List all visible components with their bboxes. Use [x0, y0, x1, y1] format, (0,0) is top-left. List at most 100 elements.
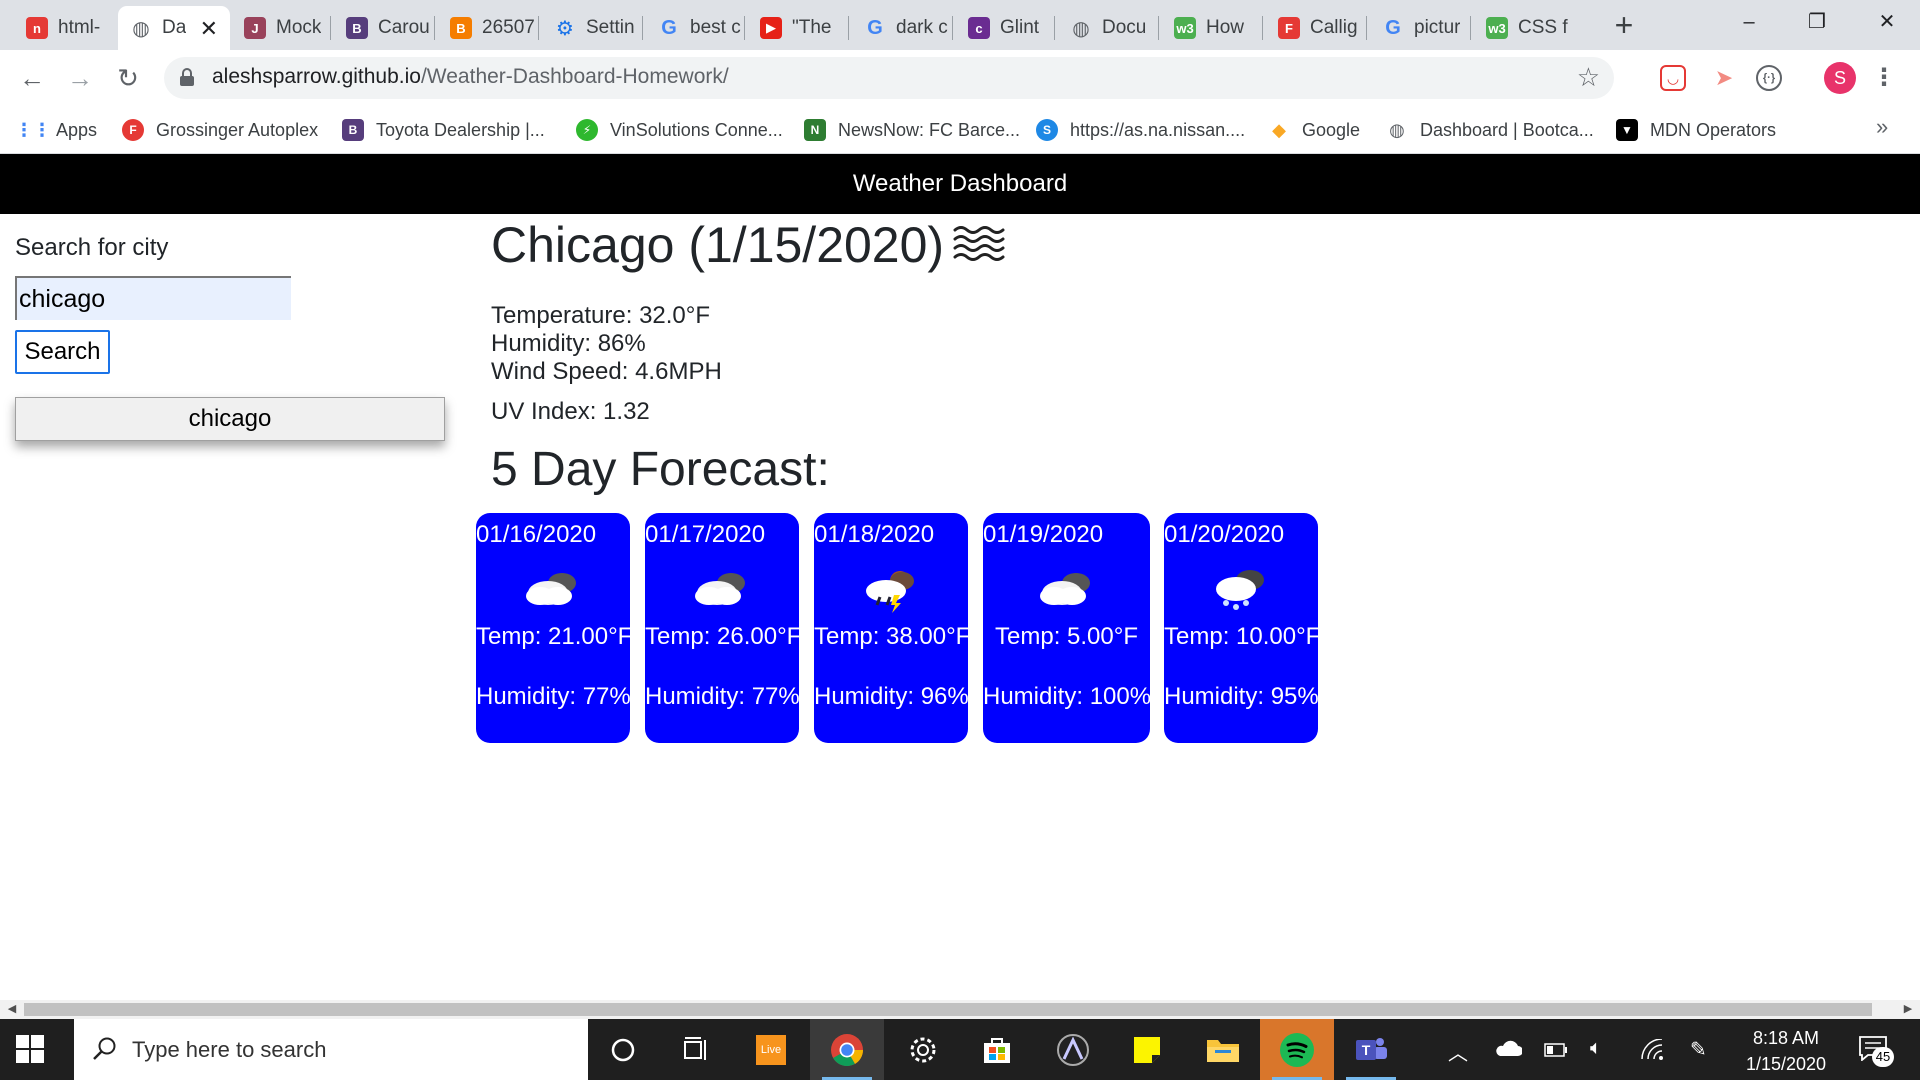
window-minimize-icon[interactable]: –: [1718, 4, 1780, 40]
tab-separator: [642, 16, 643, 40]
cloudy-icon: [687, 563, 757, 613]
browser-tab[interactable]: w3 CSS f: [1474, 6, 1580, 50]
forecast-card: 01/18/2020 Temp: 38.00°F Humidity: 96%: [814, 513, 968, 743]
globe-icon: ◍: [1389, 119, 1405, 140]
notification-center-icon[interactable]: 45: [1858, 1033, 1894, 1067]
live-label: Live: [756, 1034, 786, 1065]
bookmark-item[interactable]: ◆ Google: [1268, 114, 1360, 146]
browser-tab[interactable]: ◍ Da ✕: [118, 6, 230, 50]
browser-tab[interactable]: F Callig: [1266, 6, 1364, 50]
forecast-card: 01/17/2020 Temp: 26.00°F Humidity: 77%: [645, 513, 799, 743]
search-icon: [93, 1037, 116, 1060]
tab-separator: [330, 16, 331, 40]
tab-separator: [434, 16, 435, 40]
tab-close-icon[interactable]: ✕: [200, 16, 218, 42]
bookmark-label: https://as.na.nissan....: [1070, 119, 1246, 140]
window-close-icon[interactable]: ✕: [1856, 4, 1918, 40]
bootstrap-icon: B: [346, 17, 368, 39]
extension-code-icon[interactable]: {·}: [1756, 65, 1782, 91]
forecast-humidity: Humidity: 96%: [814, 683, 968, 710]
apps-grid-icon: ⋮⋮: [15, 119, 51, 140]
live-icon[interactable]: Live: [734, 1019, 808, 1080]
tab-separator: [1262, 16, 1263, 40]
task-view-icon[interactable]: [660, 1019, 734, 1080]
sticky-notes-icon[interactable]: [1110, 1019, 1184, 1080]
tab-label: Callig: [1310, 17, 1358, 38]
back-arrow-icon[interactable]: ←: [14, 60, 50, 96]
forecast-temp: Temp: 26.00°F: [645, 623, 799, 650]
volume-icon[interactable]: 🔈︎: [1590, 1037, 1602, 1060]
taskbar-search-box[interactable]: Type here to search: [74, 1019, 588, 1080]
history-city-button[interactable]: chicago: [15, 397, 445, 441]
address-bar[interactable]: aleshsparrow.github.io/Weather-Dashboard…: [164, 57, 1614, 99]
browser-menu-icon[interactable]: ⋮: [1872, 60, 1896, 96]
browser-tab[interactable]: Gdark c: [852, 6, 950, 50]
globe-icon: ◍: [1072, 17, 1090, 40]
tray-chevron-up-icon[interactable]: ︿: [1448, 1037, 1468, 1066]
bookmark-item[interactable]: N NewsNow: FC Barce...: [804, 114, 1020, 146]
browser-tab[interactable]: c Glint: [956, 6, 1052, 50]
windows-start-icon[interactable]: [16, 1035, 46, 1065]
spotify-icon[interactable]: [1260, 1019, 1334, 1080]
browser-tab[interactable]: n html-: [14, 6, 112, 50]
forecast-humidity: Humidity: 95%: [1164, 683, 1318, 710]
window-restore-icon[interactable]: ❐: [1786, 4, 1848, 40]
forecast-card: 01/20/2020 Temp: 10.00°F Humidity: 95%: [1164, 513, 1318, 743]
extension-arrow-icon[interactable]: ➤: [1708, 62, 1740, 94]
reload-icon[interactable]: ↻: [110, 60, 146, 96]
search-button[interactable]: Search: [15, 330, 110, 374]
newsnow-icon: N: [804, 119, 826, 141]
tab-label: Glint: [1000, 17, 1040, 38]
browser-tab[interactable]: Gpictur: [1370, 6, 1468, 50]
bookmark-star-icon[interactable]: ☆: [1577, 62, 1600, 93]
extension-shield-icon[interactable]: ◡: [1660, 65, 1686, 91]
taskbar-clock[interactable]: 8:18 AM 1/15/2020: [1736, 1025, 1836, 1077]
teams-icon[interactable]: T: [1334, 1019, 1408, 1080]
browser-tab[interactable]: ▶ "The: [748, 6, 846, 50]
affinity-icon[interactable]: [1036, 1019, 1110, 1080]
browser-tab[interactable]: B Carou: [334, 6, 432, 50]
notification-badge: 45: [1872, 1047, 1894, 1067]
city-search-input[interactable]: [15, 276, 291, 320]
scrollbar-thumb[interactable]: [24, 1003, 1872, 1016]
forecast-date: 01/17/2020: [645, 521, 766, 548]
bookmarks-overflow-icon[interactable]: »: [1876, 114, 1888, 140]
forecast-humidity: Humidity: 77%: [645, 683, 799, 710]
wifi-icon[interactable]: [1640, 1038, 1664, 1067]
profile-avatar[interactable]: S: [1824, 62, 1856, 94]
new-tab-plus-icon[interactable]: +: [1604, 8, 1644, 44]
battery-icon[interactable]: [1544, 1041, 1568, 1064]
cortana-icon[interactable]: [586, 1019, 660, 1080]
browser-tab[interactable]: ◍ Docu: [1058, 6, 1156, 50]
horizontal-scrollbar[interactable]: ◀ ▶: [0, 1000, 1920, 1019]
bookmark-item[interactable]: ◍ Dashboard | Bootca...: [1386, 114, 1594, 146]
bookmark-item[interactable]: ⚡ VinSolutions Conne...: [576, 114, 783, 146]
scroll-left-arrow-icon[interactable]: ◀: [2, 1000, 22, 1019]
browser-tab[interactable]: B 26507: [438, 6, 536, 50]
bookmark-item[interactable]: B Toyota Dealership |...: [342, 114, 545, 146]
browser-tab[interactable]: w3 How: [1162, 6, 1260, 50]
google-icon: G: [661, 16, 677, 39]
browser-tab[interactable]: ⚙ Settin: [542, 6, 640, 50]
scroll-right-arrow-icon[interactable]: ▶: [1898, 1000, 1918, 1019]
bookmark-item[interactable]: ▼ MDN Operators: [1616, 114, 1776, 146]
browser-tab[interactable]: J Mock: [232, 6, 328, 50]
settings-icon[interactable]: [886, 1019, 960, 1080]
tab-label: Settin: [586, 17, 635, 38]
store-icon[interactable]: [960, 1019, 1034, 1080]
taskbar-search-placeholder: Type here to search: [132, 1037, 327, 1062]
onedrive-icon[interactable]: [1494, 1039, 1523, 1065]
current-humidity: Humidity: 86%: [491, 330, 646, 357]
bookmark-item[interactable]: Shttps://as.na.nissan....: [1036, 114, 1245, 146]
url-text[interactable]: aleshsparrow.github.io/Weather-Dashboard…: [212, 65, 729, 89]
bookmark-item[interactable]: ⋮⋮ Apps: [15, 114, 97, 146]
bookmark-item[interactable]: F Grossinger Autoplex: [122, 114, 318, 146]
tab-separator: [538, 16, 539, 40]
file-explorer-icon[interactable]: [1186, 1019, 1260, 1080]
w3schools-icon: w3: [1486, 17, 1508, 39]
forward-arrow-icon[interactable]: →: [62, 60, 98, 96]
chrome-icon[interactable]: [810, 1019, 884, 1080]
browser-tab[interactable]: Gbest c: [646, 6, 742, 50]
pen-icon[interactable]: ✎: [1690, 1037, 1707, 1062]
tab-label: "The: [792, 17, 832, 38]
